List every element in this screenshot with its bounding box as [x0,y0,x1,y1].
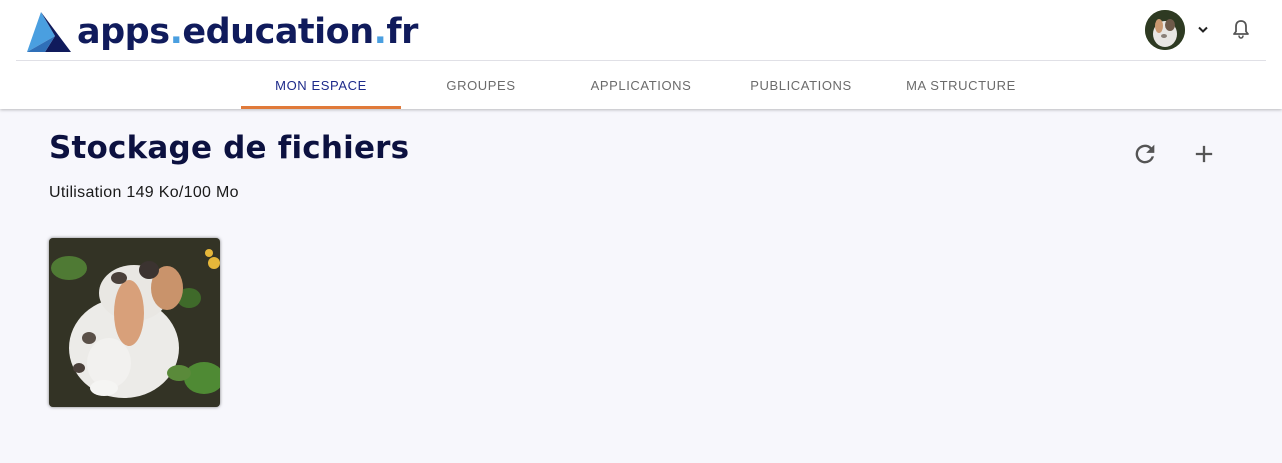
apps-education-logo[interactable]: apps.education.fr [27,8,418,56]
main-navigation: MON ESPACE GROUPES APPLICATIONS PUBLICAT… [241,61,1041,109]
logo-mark-icon [27,12,71,52]
page-title: Stockage de fichiers [49,130,410,166]
file-thumbnail-card[interactable] [49,238,220,407]
plus-icon [1195,145,1213,163]
add-file-button[interactable] [1188,138,1220,170]
app-header: apps.education.fr MON ESPACE GROUPES APP… [0,0,1282,109]
refresh-button[interactable] [1129,138,1161,170]
logo-text: apps.education.fr [77,12,418,52]
tab-applications[interactable]: APPLICATIONS [561,61,721,109]
bell-icon [1233,20,1249,39]
storage-usage: Utilisation 149 Ko/100 Mo [49,184,239,201]
notifications-button[interactable] [1230,17,1252,41]
account-menu-toggle[interactable] [1194,20,1212,40]
refresh-icon [1135,144,1155,164]
tab-publications[interactable]: PUBLICATIONS [721,61,881,109]
chevron-down-icon [1198,26,1208,33]
user-avatar[interactable] [1145,10,1185,50]
tab-ma-structure[interactable]: MA STRUCTURE [881,61,1041,109]
rabbit-photo-thumbnail [49,238,220,407]
rabbit-avatar-icon [1145,10,1185,50]
tab-mon-espace[interactable]: MON ESPACE [241,61,401,109]
tab-groupes[interactable]: GROUPES [401,61,561,109]
